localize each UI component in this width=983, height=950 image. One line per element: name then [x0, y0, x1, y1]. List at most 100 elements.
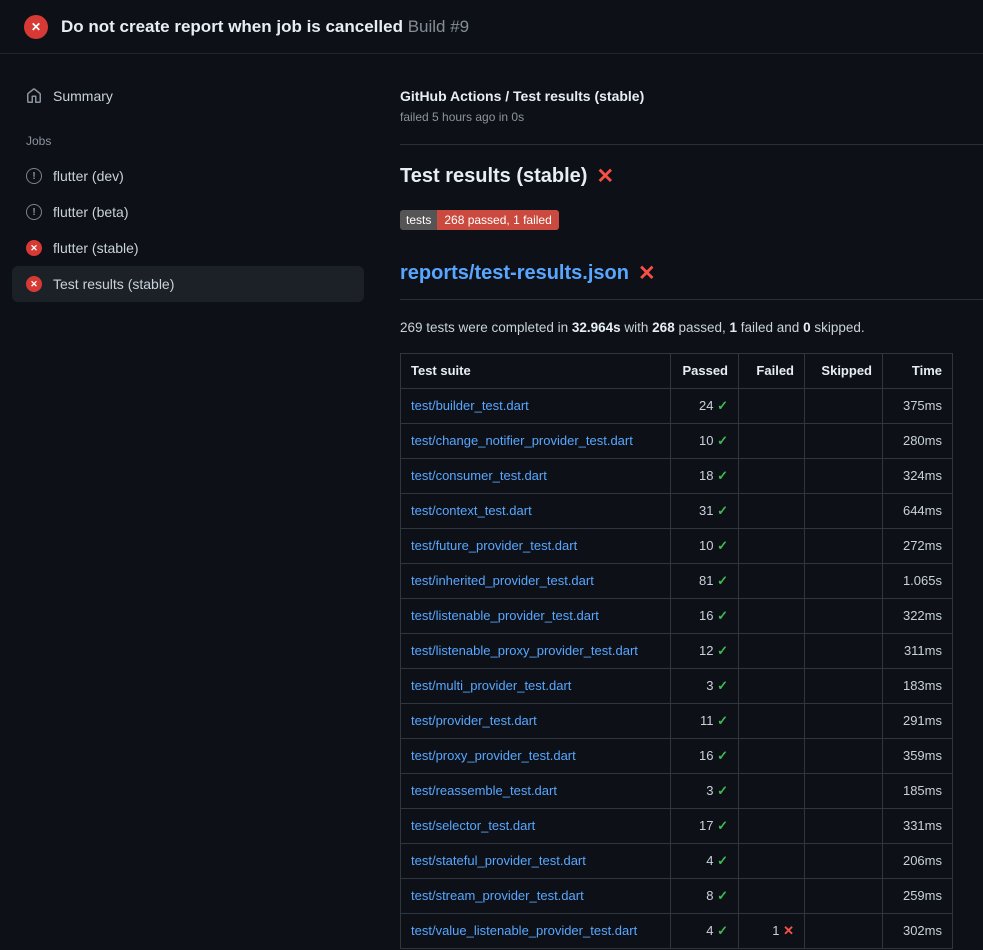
time-cell: 359ms — [883, 739, 953, 774]
skipped-cell — [805, 669, 883, 704]
test-suite-link[interactable]: test/value_listenable_provider_test.dart — [411, 923, 637, 938]
summary-failed-count: 1 — [730, 320, 738, 335]
jobs-section-heading: Jobs — [12, 114, 364, 158]
time-cell: 291ms — [883, 704, 953, 739]
skipped-cell — [805, 844, 883, 879]
check-icon: ✓ — [717, 783, 728, 798]
time-cell: 331ms — [883, 809, 953, 844]
test-suite-link[interactable]: test/selector_test.dart — [411, 818, 535, 833]
check-icon: ✓ — [717, 398, 728, 413]
test-suite-cell: test/consumer_test.dart — [401, 459, 671, 494]
test-suite-link[interactable]: test/consumer_test.dart — [411, 468, 547, 483]
test-suite-link[interactable]: test/multi_provider_test.dart — [411, 678, 571, 693]
time-cell: 302ms — [883, 914, 953, 949]
time-cell: 311ms — [883, 634, 953, 669]
passed-cell: 4 ✓ — [671, 844, 739, 879]
test-suite-link[interactable]: test/stream_provider_test.dart — [411, 888, 584, 903]
test-suite-link[interactable]: test/provider_test.dart — [411, 713, 537, 728]
passed-cell: 16 ✓ — [671, 599, 739, 634]
test-suite-link[interactable]: test/listenable_proxy_provider_test.dart — [411, 643, 638, 658]
test-suite-cell: test/future_provider_test.dart — [401, 529, 671, 564]
table-header-row: Test suite Passed Failed Skipped Time — [401, 354, 953, 389]
sidebar-item-flutter-dev[interactable]: !flutter (dev) — [12, 158, 364, 194]
skipped-cell — [805, 424, 883, 459]
test-suite-cell: test/proxy_provider_test.dart — [401, 739, 671, 774]
table-row: test/future_provider_test.dart10 ✓272ms — [401, 529, 953, 564]
build-header: ✕ Do not create report when job is cance… — [0, 0, 983, 54]
failed-cell — [739, 599, 805, 634]
table-row: test/value_listenable_provider_test.dart… — [401, 914, 953, 949]
time-cell: 272ms — [883, 529, 953, 564]
badge-value: 268 passed, 1 failed — [437, 210, 558, 230]
sidebar-item-summary[interactable]: Summary — [12, 78, 364, 114]
check-icon: ✓ — [717, 678, 728, 693]
x-circle-icon: ✕ — [24, 15, 48, 39]
passed-cell: 11 ✓ — [671, 704, 739, 739]
sidebar-item-label: flutter (dev) — [53, 168, 124, 184]
check-icon: ✓ — [717, 468, 728, 483]
time-cell: 322ms — [883, 599, 953, 634]
failed-cell — [739, 879, 805, 914]
table-row: test/context_test.dart31 ✓644ms — [401, 494, 953, 529]
test-suite-cell: test/change_notifier_provider_test.dart — [401, 424, 671, 459]
sidebar-item-label: flutter (beta) — [53, 204, 128, 220]
page-layout: Summary Jobs !flutter (dev)!flutter (bet… — [0, 54, 983, 949]
summary-part: skipped. — [811, 320, 865, 335]
test-suite-link[interactable]: test/change_notifier_provider_test.dart — [411, 433, 633, 448]
test-suite-cell: test/provider_test.dart — [401, 704, 671, 739]
sidebar-item-flutter-beta[interactable]: !flutter (beta) — [12, 194, 364, 230]
check-icon: ✓ — [717, 573, 728, 588]
sidebar-item-flutter-stable[interactable]: ✕flutter (stable) — [12, 230, 364, 266]
test-suite-cell: test/listenable_provider_test.dart — [401, 599, 671, 634]
sidebar-item-label: Test results (stable) — [53, 276, 174, 292]
summary-part: 269 tests were completed in — [400, 320, 572, 335]
test-suite-link[interactable]: test/inherited_provider_test.dart — [411, 573, 594, 588]
main-content: GitHub Actions / Test results (stable) f… — [376, 54, 983, 949]
summary-duration: 32.964s — [572, 320, 621, 335]
passed-cell: 16 ✓ — [671, 739, 739, 774]
report-link[interactable]: reports/test-results.json — [400, 262, 629, 285]
test-suite-link[interactable]: test/builder_test.dart — [411, 398, 529, 413]
divider — [400, 299, 983, 300]
test-suite-cell: test/inherited_provider_test.dart — [401, 564, 671, 599]
badge-label: tests — [400, 210, 437, 230]
test-suite-link[interactable]: test/future_provider_test.dart — [411, 538, 577, 553]
check-icon: ✓ — [717, 748, 728, 763]
test-suite-cell: test/multi_provider_test.dart — [401, 669, 671, 704]
x-circle-icon: ✕ — [26, 240, 42, 256]
test-suite-link[interactable]: test/reassemble_test.dart — [411, 783, 557, 798]
check-icon: ✓ — [717, 643, 728, 658]
skipped-cell — [805, 599, 883, 634]
skipped-cell — [805, 494, 883, 529]
test-suite-link[interactable]: test/listenable_provider_test.dart — [411, 608, 599, 623]
table-row: test/listenable_provider_test.dart 16 ✓ 32… — [401, 599, 953, 634]
failed-cell — [739, 809, 805, 844]
test-suite-link[interactable]: test/stateful_provider_test.dart — [411, 853, 586, 868]
passed-cell: 8 ✓ — [671, 879, 739, 914]
passed-cell: 31 ✓ — [671, 494, 739, 529]
test-suite-link[interactable]: test/context_test.dart — [411, 503, 532, 518]
skipped-cell — [805, 739, 883, 774]
test-suite-cell: test/context_test.dart — [401, 494, 671, 529]
sidebar-item-test-results-stable[interactable]: ✕Test results (stable) — [12, 266, 364, 302]
failed-cell — [739, 669, 805, 704]
check-icon: ✓ — [717, 538, 728, 553]
sidebar-item-label: Summary — [53, 88, 113, 104]
passed-cell: 12 ✓ — [671, 634, 739, 669]
table-row: test/stream_provider_test.dart8 ✓259ms — [401, 879, 953, 914]
breadcrumb: GitHub Actions / Test results (stable) — [400, 88, 983, 104]
time-cell: 206ms — [883, 844, 953, 879]
table-row: test/consumer_test.dart18 ✓324ms — [401, 459, 953, 494]
run-meta: failed 5 hours ago in 0s — [400, 110, 983, 124]
time-cell: 185ms — [883, 774, 953, 809]
column-header-time: Time — [883, 354, 953, 389]
test-suite-link[interactable]: test/proxy_provider_test.dart — [411, 748, 576, 763]
report-heading: reports/test-results.json ✕ — [400, 262, 983, 285]
table-row: test/stateful_provider_test.dart 4 ✓ 206ms — [401, 844, 953, 879]
table-row: test/provider_test.dart 11 ✓ 291ms — [401, 704, 953, 739]
table-row: test/change_notifier_provider_test.dart1… — [401, 424, 953, 459]
check-icon: ✓ — [717, 713, 728, 728]
table-row: test/proxy_provider_test.dart 16 ✓ 359ms — [401, 739, 953, 774]
skipped-cell — [805, 389, 883, 424]
divider — [400, 144, 983, 145]
